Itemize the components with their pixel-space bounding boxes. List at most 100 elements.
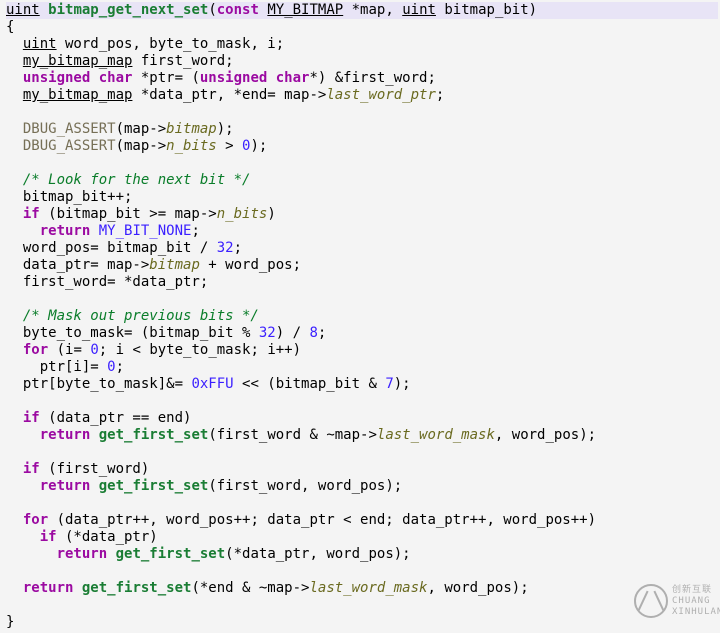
code-token-type: return — [57, 546, 108, 562]
code-token-plain — [6, 495, 14, 511]
code-token-plain — [6, 393, 14, 409]
code-line: return get_first_set(*end & ~map->last_w… — [6, 580, 718, 597]
code-token-plain — [6, 512, 23, 528]
code-token-plain: << (bitmap_bit & — [234, 376, 386, 392]
code-token-plain: (*data_ptr) — [57, 529, 158, 545]
code-token-plain: *data_ptr, *end= map-> — [132, 87, 326, 103]
code-token-fn: get_first_set — [99, 427, 209, 443]
code-token-type: unsigned char — [200, 70, 310, 86]
code-token-plain: word_pos, byte_to_mask, i; — [57, 36, 285, 52]
code-token-plain — [6, 138, 23, 154]
code-token-plain: (*end & ~map-> — [191, 580, 309, 596]
code-token-plain: (*data_ptr, word_pos); — [225, 546, 410, 562]
code-line: return get_first_set(first_word, word_po… — [6, 478, 718, 495]
code-token-plain: ) / — [276, 325, 310, 341]
code-token-plain — [6, 308, 23, 324]
code-token-plain — [6, 529, 40, 545]
code-token-plain — [6, 223, 40, 239]
code-token-plain: *) &first_word; — [309, 70, 435, 86]
code-token-plain: bitmap_bit++; — [6, 189, 132, 205]
code-token-plain — [90, 223, 98, 239]
code-token-plain: ptr[i]= — [6, 359, 107, 375]
code-token-type: if — [40, 529, 57, 545]
code-token-type: for — [23, 342, 48, 358]
code-token-plain — [6, 121, 23, 137]
code-token-plain — [6, 291, 14, 307]
code-token-plain: ; i < byte_to_mask; i++) — [99, 342, 301, 358]
code-line: if (bitmap_bit >= map->n_bits) — [6, 206, 718, 223]
code-token-field: bitmap — [166, 121, 217, 137]
code-token-fn: get_first_set — [99, 478, 209, 494]
code-token-macro: DBUG_ASSERT — [23, 138, 116, 154]
code-token-plain: { — [6, 19, 14, 35]
code-token-type: return — [40, 427, 91, 443]
code-token-plain: (first_word) — [40, 461, 150, 477]
code-token-plain — [6, 478, 40, 494]
code-token-kw: my_bitmap_map — [23, 87, 133, 103]
code-token-plain: ( — [208, 2, 216, 18]
code-token-plain — [90, 427, 98, 443]
code-token-type: if — [23, 410, 40, 426]
code-token-type: if — [23, 206, 40, 222]
code-line — [6, 444, 718, 461]
code-token-type: return — [23, 580, 74, 596]
code-token-fn: get_first_set — [82, 580, 192, 596]
code-token-type: unsigned char — [23, 70, 133, 86]
code-line: /* Mask out previous bits */ — [6, 308, 718, 325]
code-token-const: 32 — [259, 325, 276, 341]
code-line: ptr[byte_to_mask]&= 0xFFU << (bitmap_bit… — [6, 376, 718, 393]
code-token-const: 8 — [309, 325, 317, 341]
code-line: data_ptr= map->bitmap + word_pos; — [6, 257, 718, 274]
code-token-plain — [6, 342, 23, 358]
code-token-plain: ); — [394, 376, 411, 392]
code-token-plain — [6, 461, 23, 477]
code-token-type: return — [40, 478, 91, 494]
code-token-plain: (map-> — [116, 121, 167, 137]
code-token-plain: > — [217, 138, 242, 154]
code-line — [6, 495, 718, 512]
code-token-plain: ; — [436, 87, 444, 103]
code-token-plain — [6, 172, 23, 188]
code-token-plain: ; — [116, 359, 124, 375]
code-line — [6, 393, 718, 410]
code-token-field: n_bits — [217, 206, 268, 222]
code-token-plain: ); — [217, 121, 234, 137]
code-line — [6, 563, 718, 580]
code-token-field: last_word_ptr — [326, 87, 436, 103]
code-token-const: 0 — [90, 342, 98, 358]
code-token-plain — [40, 2, 48, 18]
code-line: return get_first_set(*data_ptr, word_pos… — [6, 546, 718, 563]
code-line — [6, 155, 718, 172]
code-token-plain: (map-> — [116, 138, 167, 154]
code-token-plain — [6, 563, 14, 579]
code-token-macro: DBUG_ASSERT — [23, 121, 116, 137]
code-line — [6, 291, 718, 308]
code-token-plain — [6, 36, 23, 52]
code-token-plain: (bitmap_bit >= map-> — [40, 206, 217, 222]
code-token-plain — [6, 104, 14, 120]
code-token-plain: ; — [191, 223, 199, 239]
code-line: if (first_word) — [6, 461, 718, 478]
code-token-plain: byte_to_mask= (bitmap_bit % — [6, 325, 259, 341]
code-token-plain — [107, 546, 115, 562]
code-line: unsigned char *ptr= (unsigned char*) &fi… — [6, 70, 718, 87]
code-token-cmt: /* Mask out previous bits */ — [23, 308, 259, 324]
code-token-plain: word_pos= bitmap_bit / — [6, 240, 217, 256]
code-token-type: for — [23, 512, 48, 528]
code-token-plain: (first_word, word_pos); — [208, 478, 402, 494]
code-line: uint bitmap_get_next_set(const MY_BITMAP… — [6, 2, 718, 19]
code-block: uint bitmap_get_next_set(const MY_BITMAP… — [0, 0, 720, 633]
code-token-const: 32 — [217, 240, 234, 256]
code-token-plain: (data_ptr++, word_pos++; data_ptr < end;… — [48, 512, 596, 528]
code-token-plain: ptr[byte_to_mask]&= — [6, 376, 191, 392]
code-token-type: const — [217, 2, 259, 18]
code-line — [6, 104, 718, 121]
code-token-kw: uint — [6, 2, 40, 18]
code-token-plain: (data_ptr == end) — [40, 410, 192, 426]
code-token-plain — [6, 444, 14, 460]
code-line: ptr[i]= 0; — [6, 359, 718, 376]
code-line: uint word_pos, byte_to_mask, i; — [6, 36, 718, 53]
code-token-plain — [6, 70, 23, 86]
code-token-field: last_word_mask — [309, 580, 427, 596]
code-line: for (i= 0; i < byte_to_mask; i++) — [6, 342, 718, 359]
